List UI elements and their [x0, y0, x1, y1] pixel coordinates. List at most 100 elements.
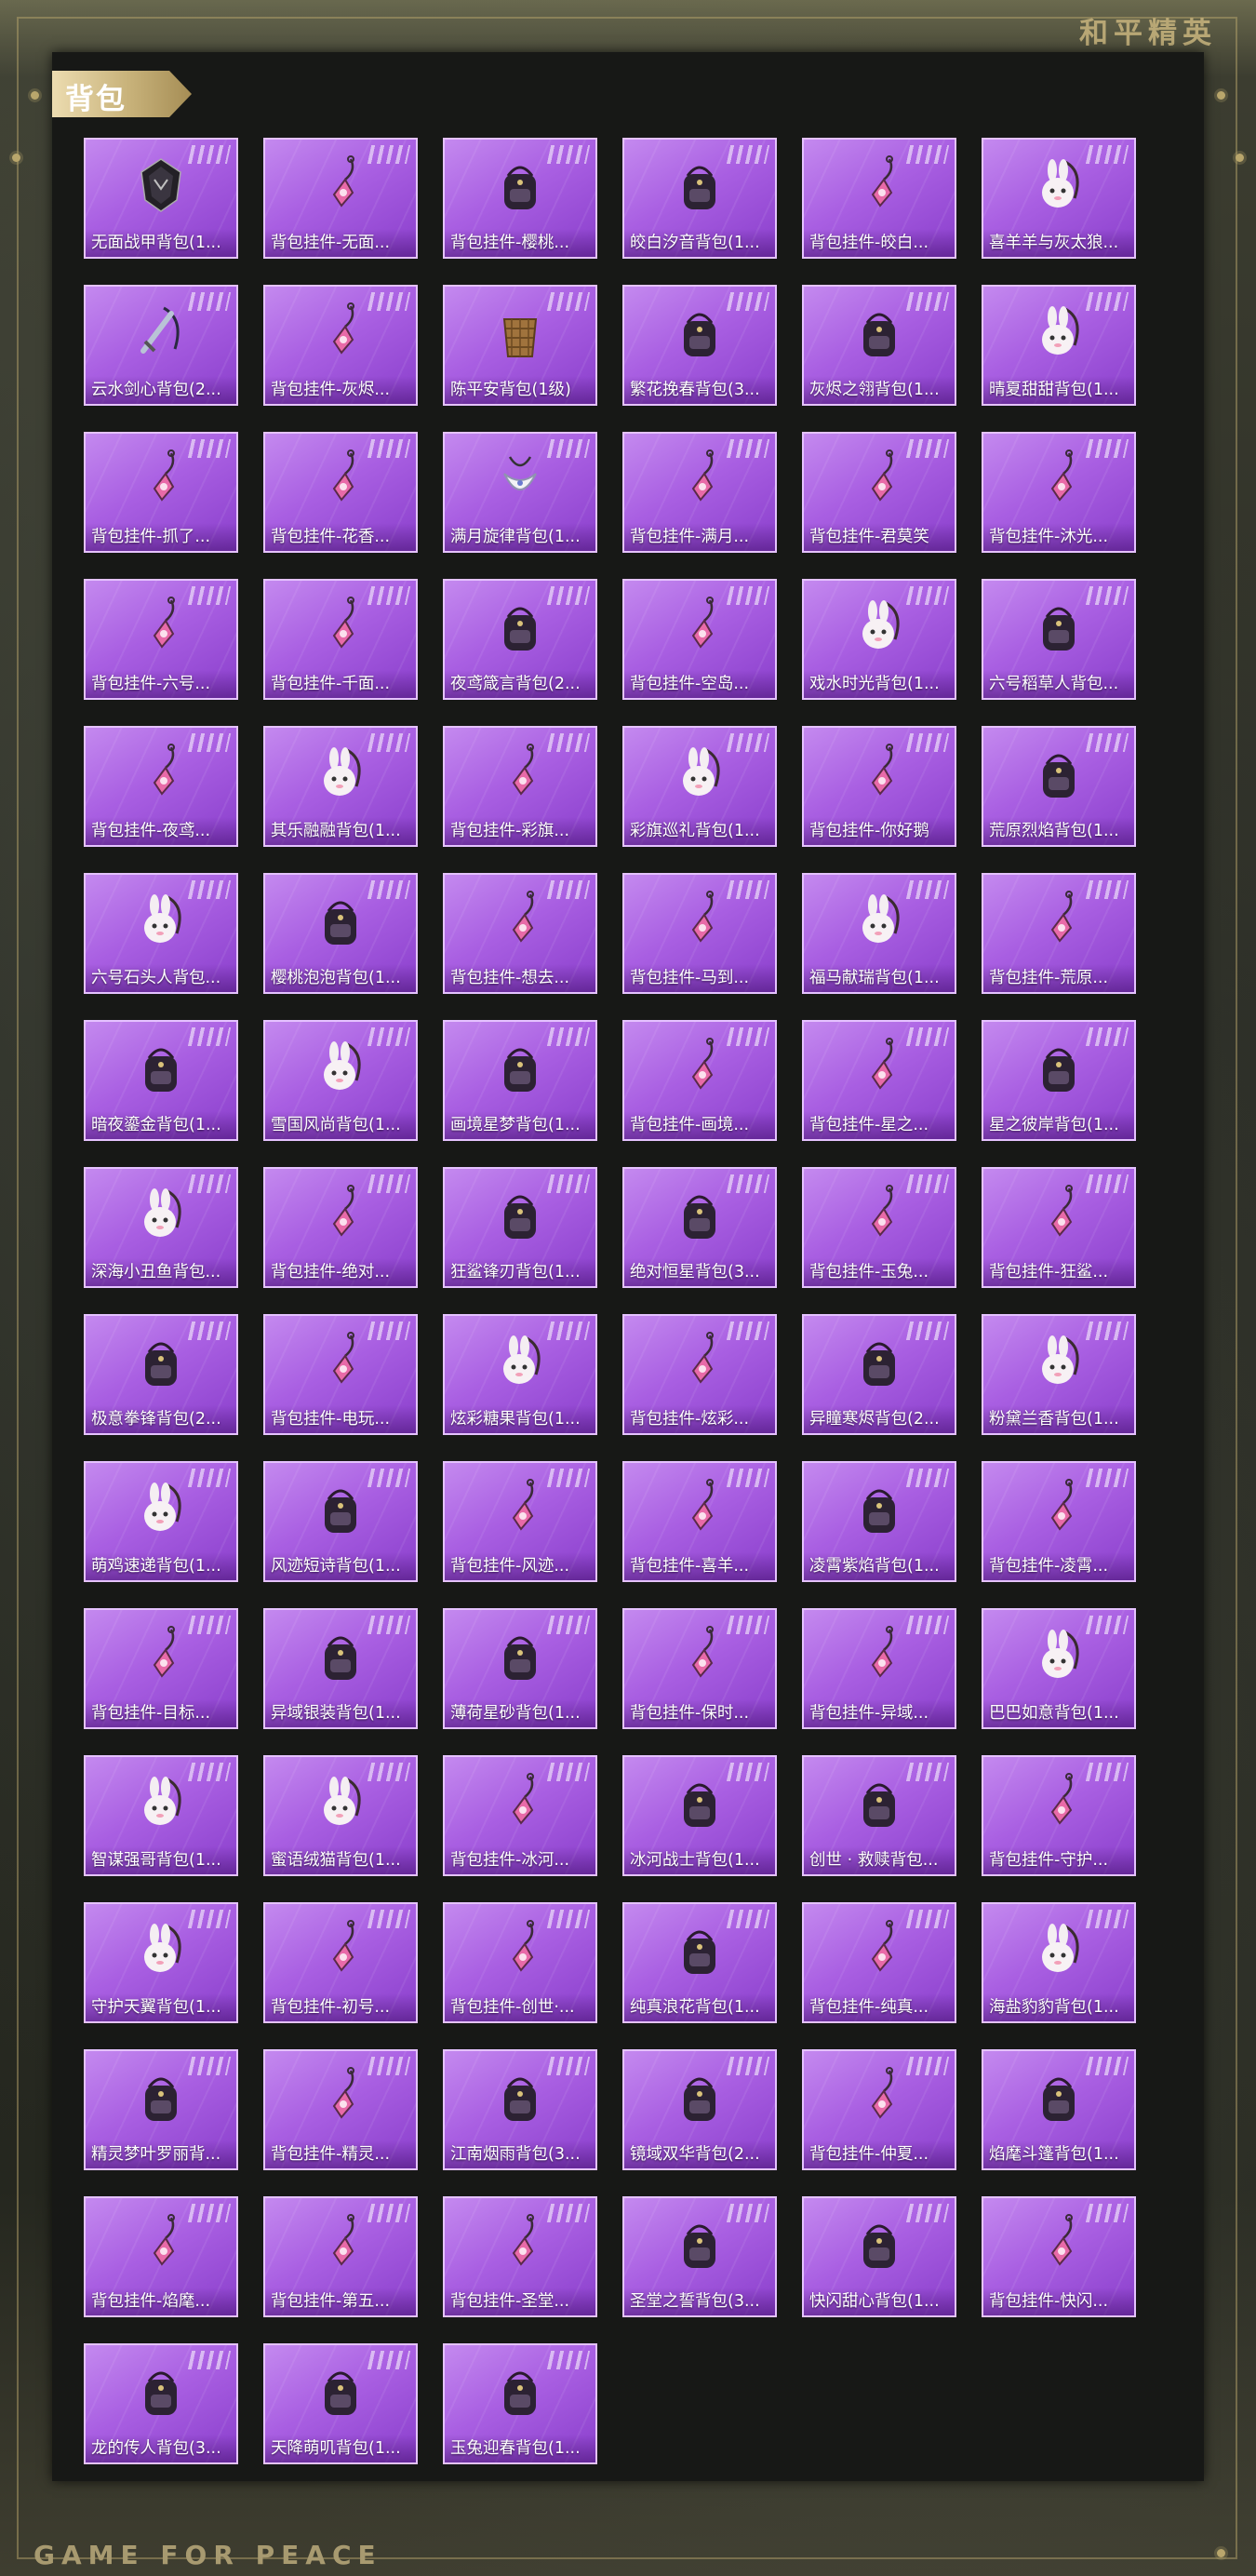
item-card[interactable]: 背包挂件-荒原...	[982, 873, 1136, 994]
item-card[interactable]: 云水剑心背包(2...	[84, 285, 238, 406]
item-card[interactable]: 创世 · 救赎背包...	[802, 1755, 956, 1876]
item-card[interactable]: 冰河战士背包(1...	[622, 1755, 777, 1876]
item-card[interactable]: 背包挂件-马到...	[622, 873, 777, 994]
item-card[interactable]: 雪国风尚背包(1...	[263, 1020, 418, 1141]
item-card[interactable]: 星之彼岸背包(1...	[982, 1020, 1136, 1141]
item-card[interactable]: 背包挂件-风迹...	[443, 1461, 597, 1582]
item-card[interactable]: 背包挂件-空岛...	[622, 579, 777, 700]
item-card[interactable]: 喜羊羊与灰太狼...	[982, 138, 1136, 259]
item-card[interactable]: 异瞳寒烬背包(2...	[802, 1314, 956, 1435]
item-card[interactable]: 彩旗巡礼背包(1...	[622, 726, 777, 847]
item-card[interactable]: 背包挂件-樱桃...	[443, 138, 597, 259]
item-card[interactable]: 蜜语绒猫背包(1...	[263, 1755, 418, 1876]
item-card[interactable]: 背包挂件-圣堂...	[443, 2196, 597, 2317]
item-card[interactable]: 背包挂件-玉兔...	[802, 1167, 956, 1288]
item-card[interactable]: 风迹短诗背包(1...	[263, 1461, 418, 1582]
item-name: 萌鸡速递背包(1...	[86, 1552, 236, 1580]
item-card[interactable]: 深海小丑鱼背包...	[84, 1167, 238, 1288]
item-card[interactable]: 背包挂件-精灵...	[263, 2049, 418, 2170]
item-card[interactable]: 背包挂件-异域...	[802, 1608, 956, 1729]
item-card[interactable]: 晴夏甜甜背包(1...	[982, 285, 1136, 406]
rarity-stripes	[1085, 1027, 1129, 1046]
item-card[interactable]: 海盐豹豹背包(1...	[982, 1902, 1136, 2023]
item-card[interactable]: 凌霄紫焰背包(1...	[802, 1461, 956, 1582]
item-card[interactable]: 背包挂件-彩旗...	[443, 726, 597, 847]
item-card[interactable]: 背包挂件-目标...	[84, 1608, 238, 1729]
item-card[interactable]: 背包挂件-保时...	[622, 1608, 777, 1729]
item-card[interactable]: 背包挂件-初号...	[263, 1902, 418, 2023]
item-card[interactable]: 陈平安背包(1级)	[443, 285, 597, 406]
item-card[interactable]: 背包挂件-千面...	[263, 579, 418, 700]
item-card[interactable]: 繁花挽春背包(3...	[622, 285, 777, 406]
item-card[interactable]: 背包挂件-狂鲨...	[982, 1167, 1136, 1288]
item-card[interactable]: 背包挂件-快闪...	[982, 2196, 1136, 2317]
plush-backpack-icon	[308, 740, 373, 805]
item-card[interactable]: 龙的传人背包(3...	[84, 2343, 238, 2464]
item-card[interactable]: 焰麾斗篷背包(1...	[982, 2049, 1136, 2170]
item-card[interactable]: 暗夜鎏金背包(1...	[84, 1020, 238, 1141]
item-card[interactable]: 背包挂件-冰河...	[443, 1755, 597, 1876]
item-card[interactable]: 六号石头人背包...	[84, 873, 238, 994]
item-card[interactable]: 背包挂件-花香...	[263, 432, 418, 553]
item-card[interactable]: 薄荷星砂背包(1...	[443, 1608, 597, 1729]
item-card[interactable]: 戏水时光背包(1...	[802, 579, 956, 700]
item-card[interactable]: 背包挂件-焰麾...	[84, 2196, 238, 2317]
item-card[interactable]: 背包挂件-想去...	[443, 873, 597, 994]
item-card[interactable]: 镜域双华背包(2...	[622, 2049, 777, 2170]
item-card[interactable]: 背包挂件-抓了...	[84, 432, 238, 553]
item-card[interactable]: 背包挂件-六号...	[84, 579, 238, 700]
rarity-stripes	[905, 1322, 950, 1340]
backpack-icon	[308, 887, 373, 952]
item-card[interactable]: 精灵梦叶罗丽背...	[84, 2049, 238, 2170]
item-card[interactable]: 背包挂件-沐光...	[982, 432, 1136, 553]
section-tab[interactable]: 背包	[52, 71, 192, 117]
item-card[interactable]: 背包挂件-第五...	[263, 2196, 418, 2317]
item-card[interactable]: 灰烬之翎背包(1...	[802, 285, 956, 406]
item-card[interactable]: 樱桃泡泡背包(1...	[263, 873, 418, 994]
item-card[interactable]: 无面战甲背包(1...	[84, 138, 238, 259]
item-name: 狂鲨锋刃背包(1...	[445, 1258, 595, 1286]
item-card[interactable]: 纯真浪花背包(1...	[622, 1902, 777, 2023]
item-card[interactable]: 背包挂件-炫彩...	[622, 1314, 777, 1435]
item-card[interactable]: 背包挂件-绝对...	[263, 1167, 418, 1288]
item-card[interactable]: 背包挂件-君莫笑	[802, 432, 956, 553]
item-card[interactable]: 智谋强哥背包(1...	[84, 1755, 238, 1876]
item-card[interactable]: 福马献瑞背包(1...	[802, 873, 956, 994]
item-card[interactable]: 巴巴如意背包(1...	[982, 1608, 1136, 1729]
item-card[interactable]: 皎白汐音背包(1...	[622, 138, 777, 259]
item-card[interactable]: 背包挂件-仲夏...	[802, 2049, 956, 2170]
item-card[interactable]: 快闪甜心背包(1...	[802, 2196, 956, 2317]
item-card[interactable]: 六号稻草人背包...	[982, 579, 1136, 700]
item-card[interactable]: 背包挂件-画境...	[622, 1020, 777, 1141]
item-card[interactable]: 背包挂件-皎白...	[802, 138, 956, 259]
item-card[interactable]: 背包挂件-喜羊...	[622, 1461, 777, 1582]
item-card[interactable]: 狂鲨锋刃背包(1...	[443, 1167, 597, 1288]
item-card[interactable]: 夜鸢箴言背包(2...	[443, 579, 597, 700]
item-card[interactable]: 背包挂件-凌霄...	[982, 1461, 1136, 1582]
item-card[interactable]: 背包挂件-你好鹅	[802, 726, 956, 847]
item-card[interactable]: 炫彩糖果背包(1...	[443, 1314, 597, 1435]
item-card[interactable]: 背包挂件-守护...	[982, 1755, 1136, 1876]
item-card[interactable]: 画境星梦背包(1...	[443, 1020, 597, 1141]
item-card[interactable]: 背包挂件-星之...	[802, 1020, 956, 1141]
item-card[interactable]: 背包挂件-创世·...	[443, 1902, 597, 2023]
item-card[interactable]: 圣堂之誓背包(3...	[622, 2196, 777, 2317]
item-card[interactable]: 异域银装背包(1...	[263, 1608, 418, 1729]
item-card[interactable]: 满月旋律背包(1...	[443, 432, 597, 553]
item-card[interactable]: 背包挂件-电玩...	[263, 1314, 418, 1435]
item-card[interactable]: 玉兔迎春背包(1...	[443, 2343, 597, 2464]
item-card[interactable]: 萌鸡速递背包(1...	[84, 1461, 238, 1582]
item-card[interactable]: 其乐融融背包(1...	[263, 726, 418, 847]
item-card[interactable]: 背包挂件-满月...	[622, 432, 777, 553]
item-card[interactable]: 背包挂件-灰烬...	[263, 285, 418, 406]
item-card[interactable]: 守护天翼背包(1...	[84, 1902, 238, 2023]
item-card[interactable]: 粉黛兰香背包(1...	[982, 1314, 1136, 1435]
item-card[interactable]: 极意拳锋背包(2...	[84, 1314, 238, 1435]
item-card[interactable]: 背包挂件-纯真...	[802, 1902, 956, 2023]
item-card[interactable]: 背包挂件-无面...	[263, 138, 418, 259]
item-card[interactable]: 天降萌叽背包(1...	[263, 2343, 418, 2464]
item-card[interactable]: 背包挂件-夜鸢...	[84, 726, 238, 847]
item-card[interactable]: 江南烟雨背包(3...	[443, 2049, 597, 2170]
item-card[interactable]: 荒原烈焰背包(1...	[982, 726, 1136, 847]
item-card[interactable]: 绝对恒星背包(3...	[622, 1167, 777, 1288]
